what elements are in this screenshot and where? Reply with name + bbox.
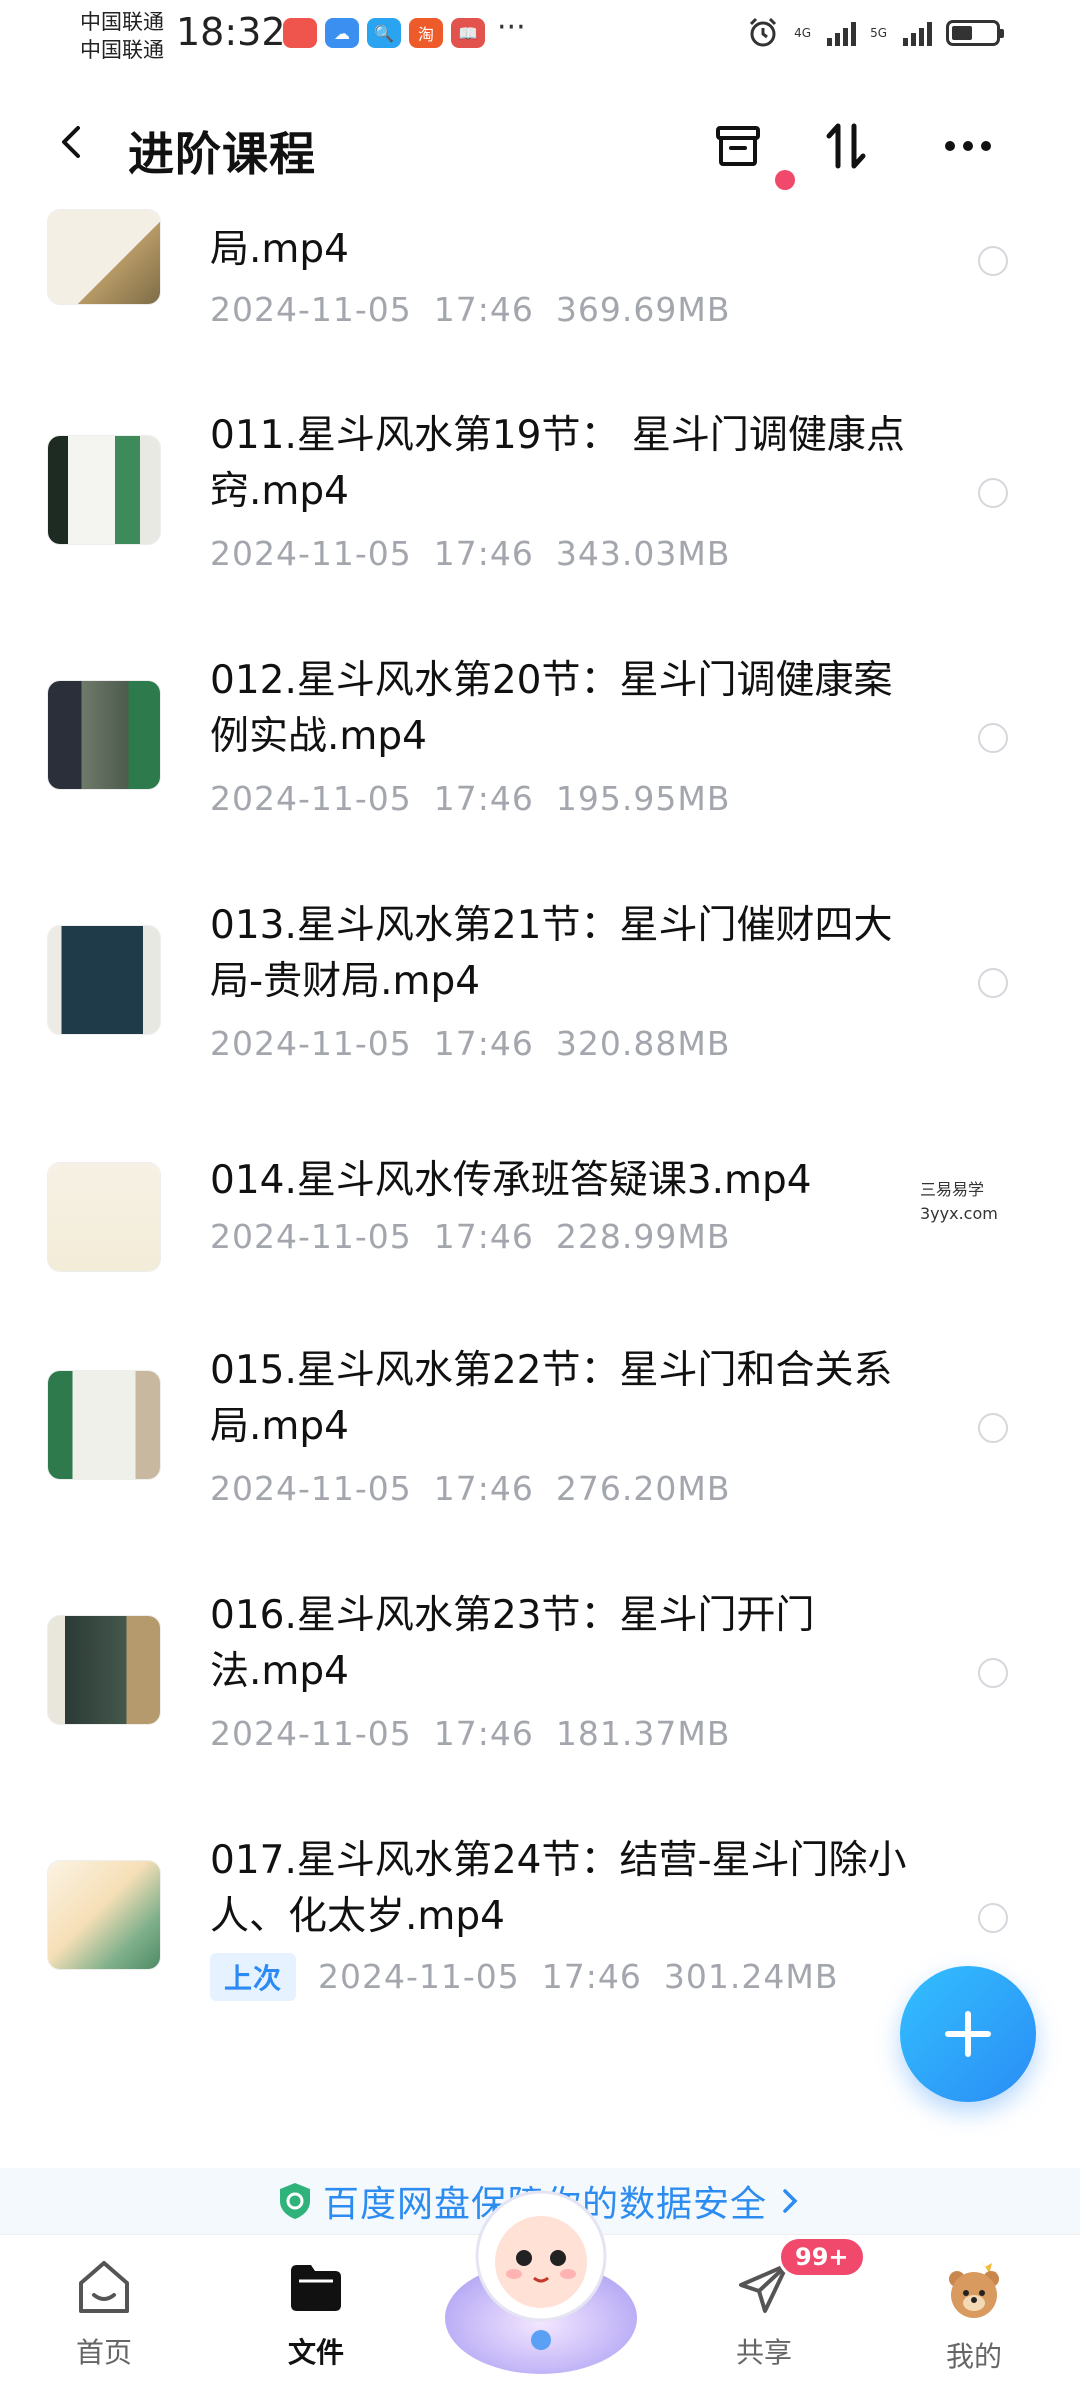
video-thumbnail: [48, 1616, 160, 1724]
file-name: 013.星斗风水第21节：星斗门催财四大局-贵财局.mp4: [210, 903, 893, 1004]
file-name: 014.星斗风水传承班答疑课3.mp4: [210, 1158, 812, 1203]
notification-dot: [775, 170, 795, 190]
add-button[interactable]: [900, 1966, 1036, 2102]
file-name: 015.星斗风水第22节：星斗门和合关系局.mp4: [210, 1348, 893, 1449]
signal-icon-1: [827, 20, 857, 46]
network-type-1: 4G: [794, 26, 812, 40]
file-name: 局.mp4: [210, 227, 349, 272]
file-meta: 上次 2024-11-05 17:46 301.24MB: [210, 1953, 861, 2001]
video-thumbnail: [48, 1163, 160, 1271]
select-radio[interactable]: [978, 968, 1008, 998]
shield-icon: [279, 2183, 310, 2219]
chevron-right-icon: [783, 2189, 798, 2213]
last-played-tag: 上次: [210, 1953, 297, 2001]
archive-icon: [716, 126, 760, 166]
mascot-icon: [445, 2190, 637, 2374]
file-name: 017.星斗风水第24节：结营-星斗门除小人、化太岁.mp4: [210, 1838, 907, 1939]
file-row[interactable]: 012.星斗风水第20节：星斗门调健康案例实战.mp4 2024-11-05 17…: [0, 653, 1080, 898]
video-thumbnail: [48, 926, 160, 1034]
nav-profile[interactable]: 我的: [904, 2257, 1044, 2375]
carrier-info: 中国联通 中国联通: [80, 8, 164, 64]
share-badge: 99+: [778, 2236, 866, 2278]
weather-app-icon: ☁: [325, 18, 359, 48]
top-app-bar: 进阶课程: [0, 84, 1080, 204]
video-thumbnail: [48, 681, 160, 789]
folder-icon: [291, 2265, 341, 2311]
video-thumbnail: [48, 1861, 160, 1969]
mascot-button[interactable]: [430, 2168, 652, 2390]
file-meta: 2024-11-05 17:46 369.69MB: [210, 290, 731, 329]
file-meta: 2024-11-05 17:46 320.88MB: [210, 1024, 731, 1063]
taobao-app-icon: 淘: [409, 18, 443, 48]
reader-app-icon: 📖: [451, 18, 485, 48]
status-bar: 中国联通 中国联通 18:32 ☁ 🔍 淘 📖 ··· 4G 5G: [0, 0, 1080, 70]
select-radio[interactable]: [978, 246, 1008, 276]
file-row[interactable]: 014.星斗风水传承班答疑课3.mp4 2024-11-05 17:46 228.9…: [0, 1143, 1080, 1343]
file-meta: 2024-11-05 17:46 228.99MB: [210, 1217, 731, 1256]
search-app-icon: 🔍: [367, 18, 401, 48]
nav-home[interactable]: 首页: [34, 2257, 174, 2371]
select-radio[interactable]: [978, 1413, 1008, 1443]
carrier-1: 中国联通: [80, 10, 164, 34]
file-meta: 2024-11-05 17:46 181.37MB: [210, 1714, 731, 1753]
file-row[interactable]: 013.星斗风水第21节：星斗门催财四大局-贵财局.mp4 2024-11-05…: [0, 898, 1080, 1143]
video-thumbnail: [48, 210, 160, 304]
more-icon: [945, 141, 991, 151]
file-meta: 2024-11-05 17:46 276.20MB: [210, 1469, 731, 1508]
select-radio[interactable]: [978, 1903, 1008, 1933]
archive-button[interactable]: [702, 110, 774, 182]
file-row[interactable]: 局.mp4 2024-11-05 17:46 369.69MB: [0, 204, 1080, 354]
file-row[interactable]: 015.星斗风水第22节：星斗门和合关系局.mp4 2024-11-05 17:4…: [0, 1343, 1080, 1588]
huawei-app-icon: [283, 18, 317, 48]
system-status: 4G 5G: [746, 16, 1004, 50]
more-notifications-icon: ···: [497, 10, 526, 45]
select-radio[interactable]: [978, 1658, 1008, 1688]
more-options-button[interactable]: [932, 110, 1004, 182]
home-icon: [79, 2261, 129, 2313]
alarm-icon: [750, 17, 777, 47]
back-icon: [62, 126, 80, 158]
file-name: 011.星斗风水第19节： 星斗门调健康点窍.mp4: [210, 413, 905, 514]
file-list-screen: 中国联通 中国联通 18:32 ☁ 🔍 淘 📖 ··· 4G 5G 进阶课程 局…: [0, 0, 1080, 2400]
page-title: 进阶课程: [128, 127, 316, 181]
file-row[interactable]: 011.星斗风水第19节： 星斗门调健康点窍.mp4 2024-11-05 17:…: [0, 408, 1080, 653]
file-row[interactable]: 016.星斗风水第23节：星斗门开门法.mp4 2024-11-05 17:46 1…: [0, 1588, 1080, 1833]
select-radio[interactable]: [978, 723, 1008, 753]
carrier-2: 中国联通: [80, 38, 164, 62]
plus-icon: [945, 2011, 991, 2057]
nav-files[interactable]: 文件: [246, 2257, 386, 2371]
status-time: 18:32: [176, 10, 286, 54]
back-button[interactable]: [44, 114, 100, 170]
sort-button[interactable]: [810, 110, 882, 182]
notification-icons: ☁ 🔍 淘 📖: [283, 18, 485, 48]
sort-icon: [826, 123, 866, 169]
file-name: 012.星斗风水第20节：星斗门调健康案例实战.mp4: [210, 658, 893, 759]
bear-avatar-icon: [949, 2260, 999, 2318]
battery-icon: [946, 20, 1004, 46]
network-type-2: 5G: [870, 26, 887, 40]
file-name: 016.星斗风水第23节：星斗门开门法.mp4: [210, 1593, 815, 1694]
video-thumbnail: [48, 1371, 160, 1479]
signal-icon-2: [903, 20, 932, 46]
select-radio[interactable]: [978, 478, 1008, 508]
video-thumbnail: [48, 436, 160, 544]
file-meta: 2024-11-05 17:46 343.03MB: [210, 534, 731, 573]
watermark: 三易易学 3yyx.com: [920, 1180, 998, 1223]
file-meta: 2024-11-05 17:46 195.95MB: [210, 779, 731, 818]
